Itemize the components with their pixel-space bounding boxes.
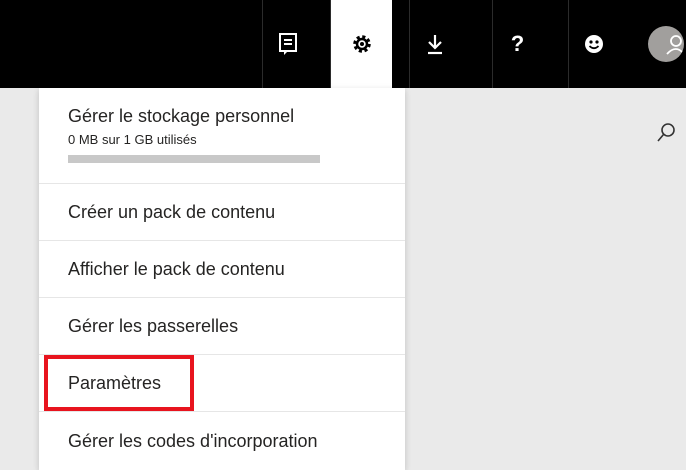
top-navigation-bar: ?	[0, 0, 686, 88]
manage-storage-item[interactable]: Gérer le stockage personnel 0 MB sur 1 G…	[39, 88, 405, 184]
menu-item-label: Afficher le pack de contenu	[68, 258, 285, 279]
menu-item-label: Gérer les passerelles	[68, 315, 239, 336]
storage-title: Gérer le stockage personnel	[68, 106, 295, 126]
gear-icon	[352, 35, 371, 53]
settings-dropdown-menu: Gérer le stockage personnel 0 MB sur 1 G…	[39, 88, 405, 470]
feedback-button[interactable]	[262, 0, 312, 88]
storage-usage-text: 0 MB sur 1 GB utilisés	[68, 132, 197, 147]
menu-item-label: Créer un pack de contenu	[68, 201, 276, 222]
menu-item-create-content-pack[interactable]: Créer un pack de contenu	[39, 184, 405, 241]
user-avatar-icon	[666, 35, 684, 55]
smiley-icon	[584, 35, 603, 53]
download-icon	[427, 35, 442, 55]
highlight-annotation-box	[44, 355, 194, 411]
help-icon: ?	[510, 31, 525, 56]
search-icon[interactable]	[656, 122, 676, 149]
feedback-smile-button[interactable]	[568, 0, 618, 88]
menu-item-manage-embed-codes[interactable]: Gérer les codes d'incorporation	[39, 412, 405, 470]
help-button[interactable]: ?	[492, 0, 542, 88]
download-button[interactable]	[409, 0, 459, 88]
menu-item-view-content-pack[interactable]: Afficher le pack de contenu	[39, 241, 405, 298]
feedback-icon	[278, 33, 297, 55]
settings-button[interactable]	[330, 0, 392, 88]
storage-usage-bar	[68, 155, 320, 163]
menu-item-label: Gérer les codes d'incorporation	[68, 430, 318, 451]
menu-item-manage-gateways[interactable]: Gérer les passerelles	[39, 298, 405, 355]
user-avatar[interactable]	[648, 26, 684, 62]
